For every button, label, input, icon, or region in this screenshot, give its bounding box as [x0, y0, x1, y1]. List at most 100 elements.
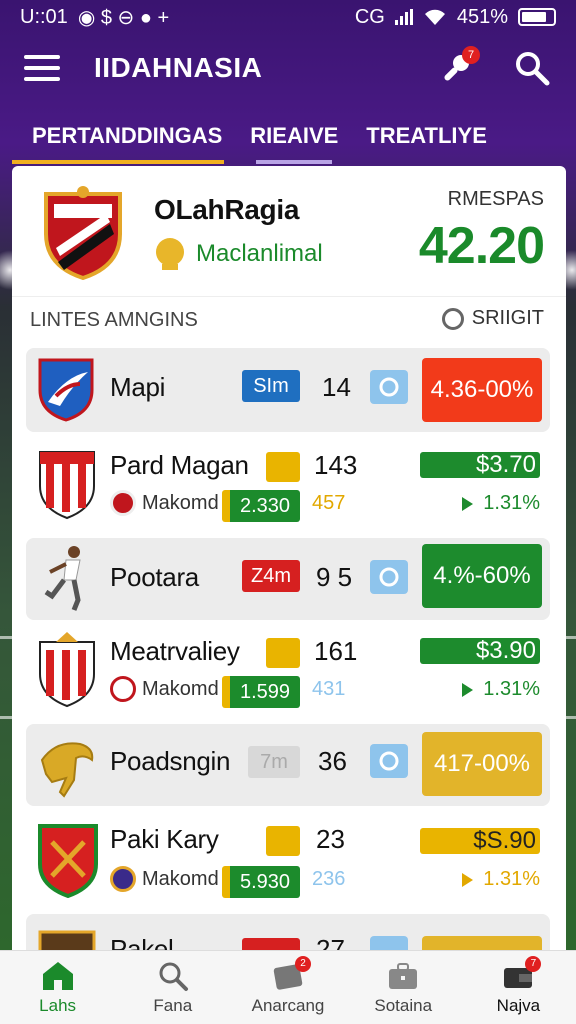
refresh-icon [379, 567, 399, 587]
list-item[interactable]: Pard Magan 143 Makomd 2.330 457 $3.70 1.… [26, 440, 550, 532]
odds-delta-value: 1.31% [483, 678, 540, 700]
team-sub-label: Makomd [142, 491, 219, 514]
featured-value: 42.20 [418, 217, 545, 275]
refresh-icon [379, 377, 399, 397]
bottom-nav: Lahs Fana 2 Anarcang Sotaina 7 Najva [0, 950, 576, 1024]
team-tag [266, 826, 300, 856]
list-item[interactable]: Mapi SIm 14 4.36-00% [26, 348, 550, 432]
team-tag [266, 452, 300, 482]
nav-ticket[interactable]: 2 Anarcang [230, 951, 345, 1024]
nav-briefcase[interactable]: Sotaina [346, 951, 461, 1024]
odds-delta-value: 1.31% [483, 492, 540, 514]
odds-button[interactable]: $S.90 [420, 827, 540, 854]
odds-button[interactable]: 417-00% [422, 732, 542, 796]
team-sub-count: 431 [312, 678, 346, 700]
featured-value-label: RMESPAS [447, 188, 544, 210]
team-crest-icon [38, 358, 94, 422]
team-tag: SIm [242, 370, 300, 402]
ticket-icon: 2 [271, 955, 311, 992]
nav-home-label: Lahs [39, 995, 77, 1015]
tab-pertandingan[interactable]: PERTANDDINGAS [0, 108, 236, 164]
odds-delta: 1.31% [462, 492, 540, 515]
list-item[interactable]: Poadsngin 7m 36 417-00% [26, 724, 550, 806]
main-card: OLahRagia Maclanlimal RMESPAS 42.20 LINT… [12, 166, 566, 956]
status-bar: U::01 ◉ $ ⊖ ● + CG 451% [0, 0, 576, 34]
golden-mascot-icon [40, 742, 94, 798]
refresh-icon [379, 751, 399, 771]
team-crest-icon [39, 451, 95, 520]
team-tag: 7m [248, 746, 300, 778]
home-icon [42, 961, 73, 990]
odds-button[interactable]: 4.36-00% [422, 358, 542, 422]
team-sub: Makomd [110, 866, 219, 892]
list-header: LINTES AMNGINS SRIIGIT [12, 296, 566, 346]
notification-badge: 7 [525, 955, 542, 972]
odds-button[interactable]: $3.70 [420, 451, 540, 478]
battery-percent: 451% [456, 5, 508, 28]
refresh-button[interactable] [370, 560, 408, 594]
team-crest-icon [44, 186, 122, 280]
sort-toggle[interactable]: SRIIGIT [441, 307, 544, 330]
team-tag: Z4m [242, 560, 300, 592]
nav-home[interactable]: Lahs [0, 951, 115, 1024]
team-crest-icon [38, 824, 98, 898]
list-item[interactable]: Pootara Z4m 9 5 4.%-60% [26, 538, 550, 620]
odds-button[interactable]: 4.%-60% [422, 544, 542, 608]
odds-delta: 1.31% [462, 868, 540, 891]
nav-search[interactable]: Fana [115, 951, 230, 1024]
up-arrow-icon [462, 496, 474, 511]
featured-team[interactable]: OLahRagia Maclanlimal RMESPAS 42.20 [12, 166, 566, 296]
up-arrow-icon [462, 682, 474, 697]
team-name: Poadsngin [110, 746, 231, 776]
featured-team-name: OLahRagia [154, 194, 300, 225]
wifi-icon [424, 9, 445, 25]
battery-icon [518, 8, 556, 26]
odds-delta: 1.31% [462, 678, 540, 701]
tab-relative[interactable]: RIEAIVE [236, 108, 352, 164]
list-title: LINTES AMNGINS [30, 309, 198, 331]
player-icon [44, 546, 81, 611]
menu-button[interactable] [24, 55, 60, 81]
nav-ticket-label: Anarcang [251, 995, 325, 1015]
league-icon [110, 490, 136, 516]
team-sub-label: Makomd [142, 867, 219, 890]
tab-treatlive[interactable]: TREATLIYE [352, 108, 501, 164]
microphone-button[interactable]: 7 [436, 46, 480, 88]
featured-team-subtitle: Maclanlimal [154, 236, 323, 272]
signal-icon [394, 9, 413, 25]
notification-badge: 2 [295, 955, 311, 972]
nav-wallet-label: Najva [496, 995, 541, 1015]
up-arrow-icon [462, 872, 474, 887]
team-name: Meatrvaliey [110, 636, 240, 666]
team-crest-icon [39, 632, 95, 708]
status-time: U::01 [20, 5, 68, 28]
search-button[interactable] [512, 48, 552, 88]
nav-wallet[interactable]: 7 Najva [461, 951, 576, 1024]
nav-search-label: Fana [153, 995, 193, 1015]
team-name: Pootara [110, 562, 199, 592]
team-count: 161 [314, 636, 358, 666]
refresh-button[interactable] [370, 744, 408, 778]
radio-icon [441, 307, 464, 330]
team-count: 143 [314, 450, 358, 480]
refresh-button[interactable] [370, 370, 408, 404]
league-icon [110, 676, 136, 702]
sort-toggle-label: SRIIGIT [471, 307, 544, 329]
search-icon [159, 962, 188, 991]
app-bar: IIDAHNASIA 7 [0, 40, 576, 96]
team-count: 9 5 [316, 562, 353, 592]
status-carrier: CG [354, 5, 385, 28]
list-item[interactable]: Meatrvaliey 161 Makomd 1.599 431 $3.90 1… [26, 626, 550, 718]
featured-team-league: Maclanlimal [196, 240, 323, 267]
league-icon [110, 866, 136, 892]
team-name: Paki Kary [110, 824, 219, 854]
team-count: 14 [322, 372, 351, 402]
team-tag [266, 638, 300, 668]
team-name: Pard Magan [110, 450, 249, 480]
status-notification-icons: ◉ $ ⊖ ● + [77, 6, 170, 29]
search-icon [516, 52, 550, 86]
team-name: Mapi [110, 372, 166, 402]
team-sub-count: 457 [312, 492, 346, 514]
odds-button[interactable]: $3.90 [420, 637, 540, 664]
list-item[interactable]: Paki Kary 23 Makomd 5.930 236 $S.90 1.31… [26, 814, 550, 906]
